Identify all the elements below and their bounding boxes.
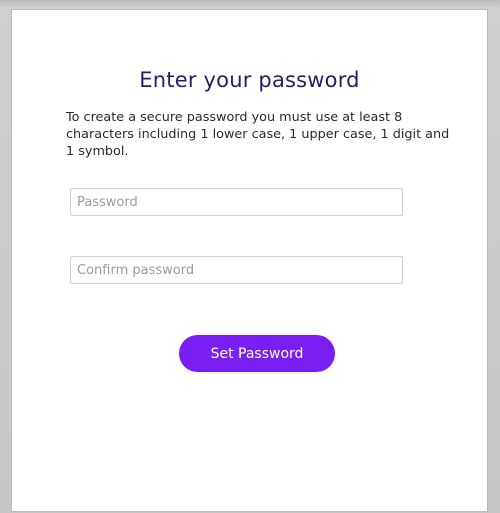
password-dialog: Enter your password To create a secure p… — [11, 9, 488, 512]
password-input[interactable] — [70, 188, 403, 216]
confirm-password-input[interactable] — [70, 256, 403, 284]
top-shadow — [0, 0, 500, 9]
password-requirements-text: To create a secure password you must use… — [66, 110, 450, 159]
set-password-button[interactable]: Set Password — [179, 335, 335, 372]
dialog-title: Enter your password — [139, 68, 360, 92]
